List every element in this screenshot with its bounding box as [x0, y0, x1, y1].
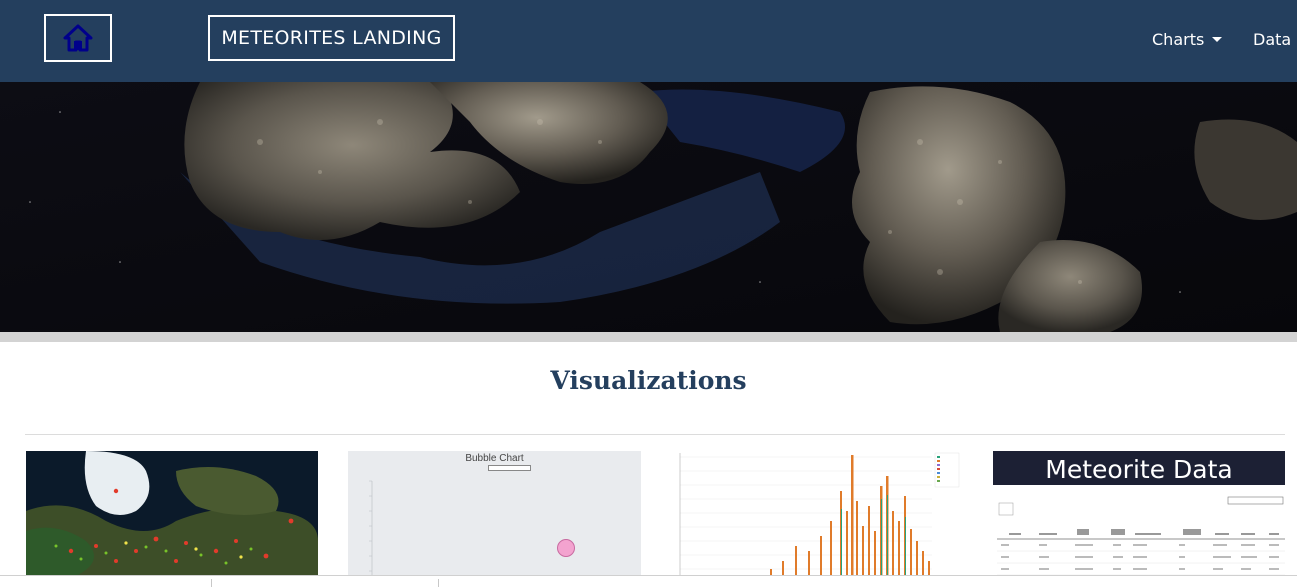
charts-label: Charts: [1152, 30, 1205, 49]
brand-title[interactable]: METEORITES LANDING: [208, 15, 455, 61]
bubble-chart-thumbnail[interactable]: Bubble Chart: [348, 451, 641, 576]
section-divider: [25, 434, 1285, 435]
hero-asteroid-image: [0, 82, 1297, 332]
data-link[interactable]: Data: [1253, 30, 1291, 49]
chevron-down-icon: [1212, 37, 1223, 42]
section-title: Visualizations: [550, 366, 747, 395]
bubble-point: [557, 539, 575, 557]
charts-dropdown[interactable]: Charts: [1152, 30, 1223, 49]
navbar: METEORITES LANDING Charts Data: [0, 0, 1297, 82]
map-thumbnail[interactable]: [26, 451, 318, 576]
bottom-bar: [0, 575, 1297, 587]
bottom-separator: [438, 579, 439, 587]
bar-chart-thumbnail[interactable]: [670, 451, 962, 576]
home-icon: [63, 24, 93, 52]
data-table-thumbnail[interactable]: Meteorite Data: [993, 451, 1285, 576]
home-button[interactable]: [44, 14, 112, 62]
hero-divider: [0, 332, 1297, 342]
bottom-separator: [211, 579, 212, 587]
